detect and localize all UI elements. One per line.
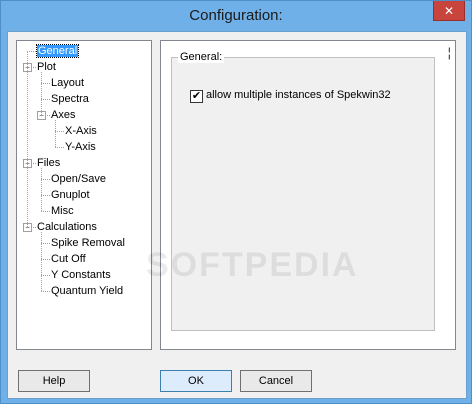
tree-item-quantum-yield[interactable]: Quantum Yield bbox=[51, 284, 123, 298]
tree-connector bbox=[41, 179, 50, 180]
tree-item-y-constants[interactable]: Y Constants bbox=[51, 268, 111, 282]
multiple-instances-checkbox[interactable]: ✔ bbox=[190, 90, 203, 103]
watermark: SOFTPEDIA bbox=[146, 246, 359, 284]
tree-item-general[interactable]: General bbox=[35, 44, 80, 58]
title-bar[interactable]: Configuration: ✕ bbox=[1, 1, 471, 31]
tree-item-label: Cut Off bbox=[51, 253, 86, 265]
tree-item-label: Spectra bbox=[51, 93, 89, 105]
tree-connector bbox=[41, 99, 50, 100]
tree-connector bbox=[27, 51, 28, 227]
tree-item-label: Y Constants bbox=[51, 269, 111, 281]
window-title: Configuration: bbox=[189, 7, 283, 24]
tree-connector bbox=[55, 120, 56, 147]
tree-item-misc[interactable]: Misc bbox=[51, 204, 74, 218]
tree-connector bbox=[41, 291, 50, 292]
tree-item-label: General bbox=[35, 44, 80, 58]
tree-item-x-axis[interactable]: X-Axis bbox=[65, 124, 97, 138]
checkmark-icon: ✔ bbox=[191, 90, 202, 102]
tree-item-label: Plot bbox=[37, 61, 56, 73]
tree-connector bbox=[27, 51, 36, 52]
tree-connector bbox=[41, 275, 50, 276]
tree-item-y-axis[interactable]: Y-Axis bbox=[65, 140, 96, 154]
tree-connector bbox=[41, 72, 42, 115]
tree-item-label: Gnuplot bbox=[51, 189, 90, 201]
tree-connector bbox=[41, 168, 42, 211]
tree-connector bbox=[41, 195, 50, 196]
tree-connector bbox=[41, 83, 50, 84]
cancel-button[interactable]: Cancel bbox=[240, 370, 312, 392]
tree-item-layout[interactable]: Layout bbox=[51, 76, 84, 90]
close-icon: ✕ bbox=[443, 4, 455, 18]
settings-panel: ¦ General: ✔ allow multiple instances of… bbox=[160, 40, 456, 350]
tree-item-gnuplot[interactable]: Gnuplot bbox=[51, 188, 90, 202]
tree-connector bbox=[41, 259, 50, 260]
help-button[interactable]: Help bbox=[18, 370, 90, 392]
tree-item-label: Spike Removal bbox=[51, 237, 125, 249]
tree-item-spectra[interactable]: Spectra bbox=[51, 92, 89, 106]
tree-connector bbox=[41, 243, 50, 244]
scroll-grip-icon: ¦ bbox=[447, 45, 451, 60]
tree-item-plot[interactable]: Plot bbox=[37, 60, 56, 74]
group-title: General: bbox=[178, 51, 225, 63]
tree-connector bbox=[55, 147, 64, 148]
tree-item-calculations[interactable]: Calculations bbox=[37, 220, 97, 234]
configuration-window: Configuration: ✕ General Plot − Layout Spect… bbox=[0, 0, 472, 404]
multiple-instances-label[interactable]: allow multiple instances of Spekwin32 bbox=[206, 89, 391, 101]
tree-item-label: Open/Save bbox=[51, 173, 107, 185]
tree-item-label: Layout bbox=[51, 77, 85, 89]
tree-item-spike-removal[interactable]: Spike Removal bbox=[51, 236, 125, 250]
tree-item-cut-off[interactable]: Cut Off bbox=[51, 252, 86, 266]
dialog-body: General Plot − Layout Spectra Axes − X-Axis Y-Ax… bbox=[7, 31, 467, 399]
tree-item-label: Calculations bbox=[37, 221, 97, 233]
close-button[interactable]: ✕ bbox=[433, 1, 465, 21]
tree-connector bbox=[41, 211, 50, 212]
tree-item-label: Misc bbox=[51, 205, 74, 217]
tree-item-label: Y-Axis bbox=[65, 141, 96, 153]
tree-connector bbox=[41, 232, 42, 291]
general-group: General: ✔ allow multiple instances of S… bbox=[171, 51, 435, 331]
category-tree[interactable]: General Plot − Layout Spectra Axes − X-Axis Y-Ax… bbox=[16, 40, 152, 350]
ok-button[interactable]: OK bbox=[160, 370, 232, 392]
tree-item-label: Quantum Yield bbox=[51, 285, 124, 297]
tree-connector bbox=[55, 131, 64, 132]
tree-item-label: X-Axis bbox=[65, 125, 97, 137]
tree-item-open-save[interactable]: Open/Save bbox=[51, 172, 106, 186]
